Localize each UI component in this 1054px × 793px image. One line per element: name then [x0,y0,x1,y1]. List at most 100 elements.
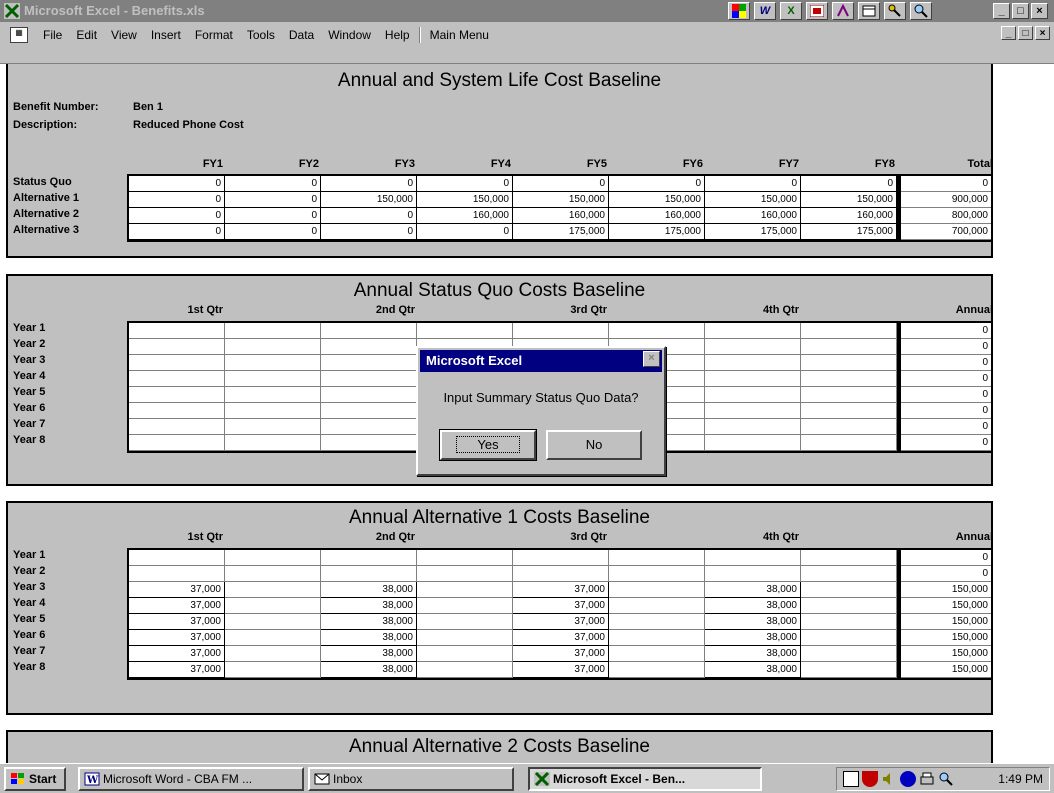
quarter-cell[interactable] [801,339,897,355]
quarter-cell[interactable] [705,387,801,403]
quarter-cell[interactable] [609,614,705,630]
quarter-cell[interactable] [801,582,897,598]
summary-cell[interactable]: 175,000 [801,224,897,240]
summary-cell[interactable]: 0 [129,208,225,224]
quarter-cell[interactable] [225,662,321,678]
menu-main-menu[interactable]: Main Menu [423,27,496,43]
schedule-shortcut-icon[interactable] [858,2,880,20]
menu-format[interactable]: Format [188,27,240,43]
word-shortcut-icon[interactable]: W [754,2,776,20]
annual-cell[interactable]: 0 [901,323,991,339]
quarter-cell[interactable] [225,646,321,662]
quarter-cell[interactable] [321,419,417,435]
task-excel[interactable]: Microsoft Excel - Ben... [528,767,762,791]
quarter-cell[interactable] [609,323,705,339]
quarter-cell[interactable] [801,371,897,387]
task-word[interactable]: W Microsoft Word - CBA FM ... [78,767,304,791]
quarter-cell[interactable] [801,387,897,403]
quarter-cell[interactable] [417,614,513,630]
quarter-cell[interactable] [801,435,897,451]
quarter-cell[interactable]: 38,000 [705,598,801,614]
quarter-cell[interactable] [609,646,705,662]
quarter-cell[interactable] [129,419,225,435]
quarter-cell[interactable]: 37,000 [129,630,225,646]
quarter-cell[interactable] [129,323,225,339]
quarter-cell[interactable] [225,435,321,451]
quarter-cell[interactable] [801,403,897,419]
quarter-cell[interactable] [417,582,513,598]
menu-edit[interactable]: Edit [69,27,104,43]
quarter-cell[interactable] [609,582,705,598]
quarter-cell[interactable] [417,566,513,582]
quarter-cell[interactable] [801,419,897,435]
total-cell[interactable]: 700,000 [901,224,991,240]
workbook-icon[interactable]: ▦ [10,27,28,43]
no-button[interactable]: No [546,430,642,460]
summary-cell[interactable]: 0 [129,224,225,240]
quarter-cell[interactable] [609,566,705,582]
quarter-cell[interactable]: 37,000 [129,646,225,662]
annual-cell[interactable]: 150,000 [901,662,991,678]
summary-cell[interactable]: 160,000 [801,208,897,224]
quarter-cell[interactable] [417,323,513,339]
summary-cell[interactable]: 175,000 [609,224,705,240]
summary-cell[interactable]: 0 [225,176,321,192]
quarter-cell[interactable]: 37,000 [513,582,609,598]
quarter-cell[interactable] [801,646,897,662]
summary-cell[interactable]: 0 [225,208,321,224]
annual-cell[interactable]: 0 [901,387,991,403]
quarter-cell[interactable]: 37,000 [129,598,225,614]
summary-cell[interactable]: 0 [225,192,321,208]
office-icon[interactable] [728,2,750,20]
quarter-cell[interactable]: 38,000 [321,630,417,646]
benefit-number-value[interactable]: Ben 1 [133,101,163,113]
find-shortcut-icon[interactable] [910,2,932,20]
summary-cell[interactable]: 150,000 [609,192,705,208]
annual-cell[interactable]: 150,000 [901,614,991,630]
menu-file[interactable]: File [36,27,69,43]
quarter-cell[interactable] [705,435,801,451]
quarter-cell[interactable] [321,355,417,371]
quarter-cell[interactable] [705,550,801,566]
quarter-cell[interactable]: 37,000 [513,646,609,662]
quarter-cell[interactable] [705,566,801,582]
summary-cell[interactable]: 150,000 [801,192,897,208]
quarter-cell[interactable]: 37,000 [513,614,609,630]
quarter-cell[interactable] [801,614,897,630]
annual-cell[interactable]: 0 [901,566,991,582]
menu-view[interactable]: View [104,27,144,43]
menu-help[interactable]: Help [378,27,417,43]
summary-cell[interactable]: 0 [321,224,417,240]
annual-cell[interactable]: 150,000 [901,598,991,614]
quarter-cell[interactable] [225,582,321,598]
quarter-cell[interactable] [801,566,897,582]
workbook-minimize-button[interactable]: _ [1001,26,1016,40]
quarter-cell[interactable] [225,614,321,630]
quarter-cell[interactable]: 38,000 [321,646,417,662]
menu-data[interactable]: Data [282,27,321,43]
annual-cell[interactable]: 0 [901,403,991,419]
quarter-cell[interactable] [609,550,705,566]
quarter-cell[interactable] [321,435,417,451]
quarter-cell[interactable] [417,598,513,614]
quarter-cell[interactable] [225,387,321,403]
summary-cell[interactable]: 0 [417,224,513,240]
summary-cell[interactable]: 0 [129,192,225,208]
dialog-close-icon[interactable]: × [643,351,660,367]
description-value[interactable]: Reduced Phone Cost [133,119,244,131]
quarter-cell[interactable] [705,355,801,371]
quarter-cell[interactable] [129,355,225,371]
summary-cell[interactable]: 160,000 [513,208,609,224]
excel-shortcut-icon[interactable]: X [780,2,802,20]
quarter-cell[interactable] [129,550,225,566]
quarter-cell[interactable]: 38,000 [705,614,801,630]
annual-cell[interactable]: 0 [901,435,991,451]
quarter-cell[interactable] [513,323,609,339]
quarter-cell[interactable]: 37,000 [129,662,225,678]
task-inbox[interactable]: Inbox [308,767,514,791]
excel-app-icon[interactable] [4,3,20,19]
quarter-cell[interactable] [225,550,321,566]
menu-window[interactable]: Window [321,27,378,43]
quarter-cell[interactable]: 38,000 [705,662,801,678]
schedule-tray-icon[interactable] [843,771,859,787]
